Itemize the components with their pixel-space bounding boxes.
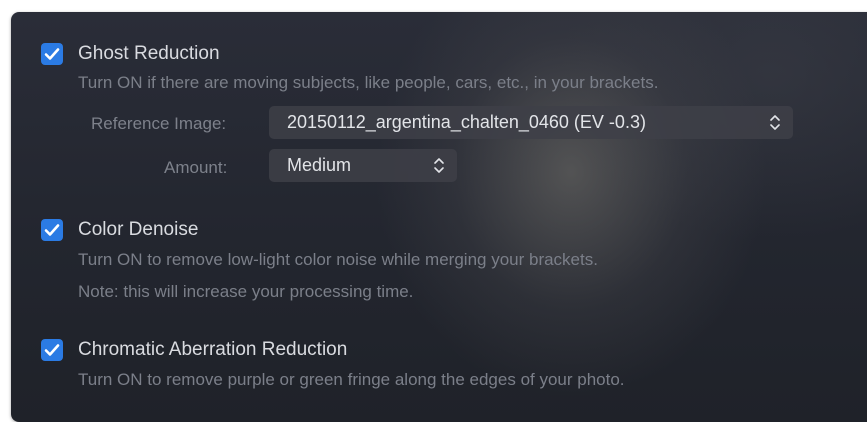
checkmark-icon (44, 344, 60, 356)
color-denoise-title: Color Denoise (78, 219, 199, 240)
chromatic-aberration-description: Turn ON to remove purple or green fringe… (78, 370, 625, 389)
chevron-updown-icon (770, 115, 780, 130)
reference-image-select[interactable]: 20150112_argentina_chalten_0460 (EV -0.3… (269, 106, 793, 139)
color-denoise-checkbox[interactable] (41, 219, 63, 241)
ghost-reduction-title: Ghost Reduction (78, 43, 220, 64)
settings-panel: Ghost Reduction Turn ON if there are mov… (11, 12, 867, 422)
color-denoise-description: Turn ON to remove low-light color noise … (78, 250, 598, 269)
ghost-reduction-description: Turn ON if there are moving subjects, li… (78, 73, 659, 92)
chromatic-aberration-checkbox[interactable] (41, 339, 63, 361)
chromatic-aberration-title: Chromatic Aberration Reduction (78, 339, 348, 360)
color-denoise-note: Note: this will increase your processing… (78, 282, 414, 301)
reference-image-label: Reference Image: (91, 114, 227, 133)
chevron-updown-icon (434, 158, 444, 173)
amount-value: Medium (287, 155, 352, 175)
amount-select[interactable]: Medium (269, 149, 457, 182)
checkmark-icon (44, 48, 60, 60)
reference-image-value: 20150112_argentina_chalten_0460 (EV -0.3… (287, 112, 646, 132)
checkmark-icon (44, 224, 60, 236)
amount-label: Amount: (164, 158, 228, 177)
ghost-reduction-checkbox[interactable] (41, 43, 63, 65)
